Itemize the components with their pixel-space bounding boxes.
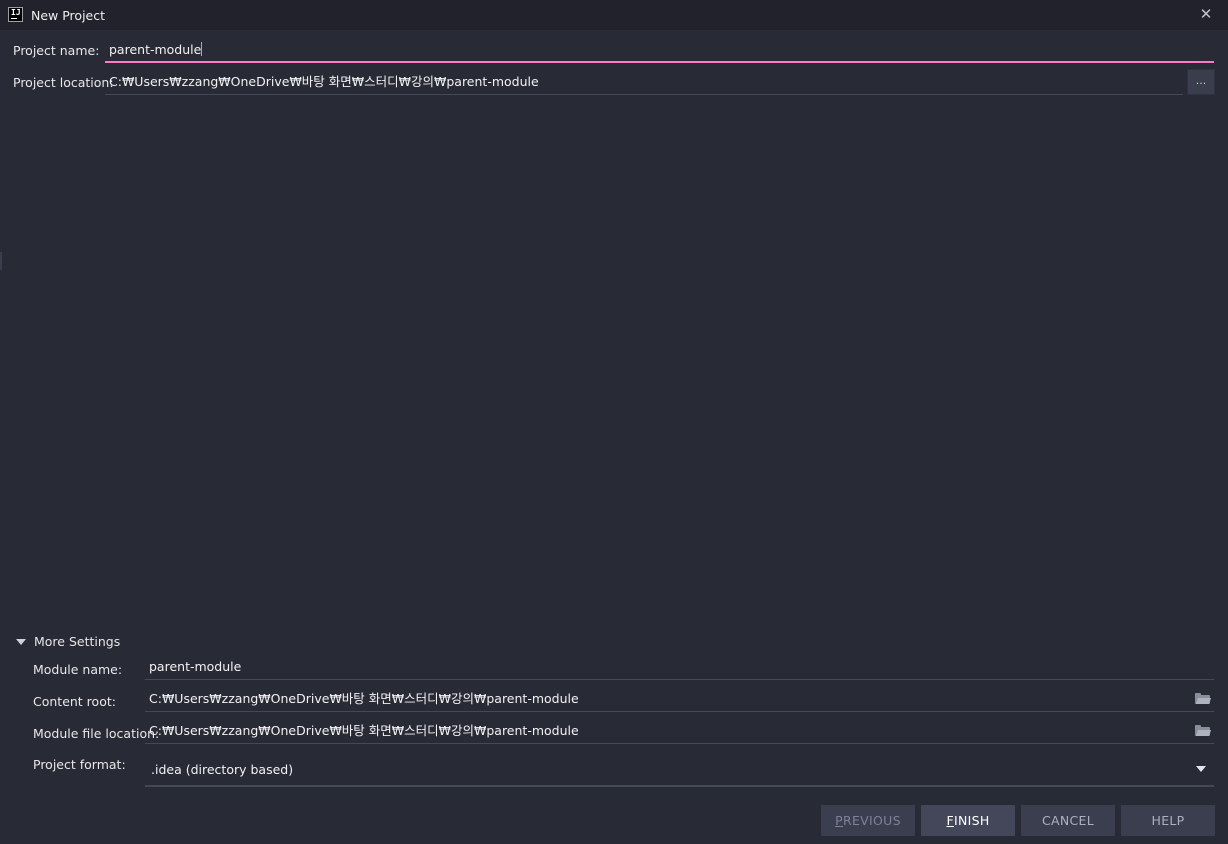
- module-file-location-value: C:₩Users₩zzang₩OneDrive₩바탕 화면₩스터디₩강의₩par…: [149, 723, 579, 738]
- more-settings-label: More Settings: [34, 634, 121, 649]
- browse-location-button[interactable]: ...: [1187, 69, 1215, 95]
- project-format-label: Project format:: [33, 757, 126, 772]
- new-project-dialog: IJ New Project ✕ Project name: parent-mo…: [0, 0, 1228, 844]
- close-icon[interactable]: ✕: [1198, 6, 1214, 22]
- finish-label: INISH: [953, 813, 990, 828]
- module-name-label: Module name:: [33, 662, 123, 677]
- content-root-label: Content root:: [33, 694, 116, 709]
- project-name-input[interactable]: parent-module: [105, 40, 1214, 63]
- more-settings-toggle[interactable]: More Settings: [16, 634, 120, 649]
- help-button[interactable]: HELP: [1121, 805, 1215, 836]
- cancel-button[interactable]: CANCEL: [1021, 805, 1115, 836]
- window-title: New Project: [31, 8, 106, 23]
- previous-label: REVIOUS: [843, 813, 901, 828]
- content-root-value: C:₩Users₩zzang₩OneDrive₩바탕 화면₩스터디₩강의₩par…: [149, 691, 579, 706]
- module-name-value: parent-module: [149, 659, 242, 674]
- intellij-app-icon: IJ: [8, 7, 23, 22]
- project-name-value: parent-module: [109, 42, 202, 57]
- collapse-triangle-icon: [16, 638, 26, 645]
- project-location-value: C:₩Users₩zzang₩OneDrive₩바탕 화면₩스터디₩강의₩par…: [109, 74, 539, 89]
- text-caret: [201, 42, 203, 56]
- finish-mnemonic: F: [946, 813, 954, 828]
- chevron-down-icon[interactable]: [1196, 766, 1206, 772]
- content-root-input[interactable]: C:₩Users₩zzang₩OneDrive₩바탕 화면₩스터디₩강의₩par…: [145, 689, 1214, 712]
- title-bar: IJ New Project ✕: [0, 0, 1228, 30]
- project-name-label: Project name:: [13, 43, 100, 58]
- previous-button[interactable]: PREVIOUS: [821, 805, 915, 836]
- module-name-input[interactable]: parent-module: [145, 657, 1214, 680]
- resize-handle: [0, 252, 2, 270]
- previous-mnemonic: P: [835, 813, 843, 828]
- module-file-location-label: Module file location:: [33, 726, 160, 741]
- project-location-input[interactable]: C:₩Users₩zzang₩OneDrive₩바탕 화면₩스터디₩강의₩par…: [105, 72, 1183, 95]
- project-format-select[interactable]: .idea (directory based): [145, 757, 1214, 787]
- module-file-location-input[interactable]: C:₩Users₩zzang₩OneDrive₩바탕 화면₩스터디₩강의₩par…: [145, 721, 1214, 744]
- project-format-value: .idea (directory based): [151, 762, 294, 777]
- module-file-folder-icon[interactable]: [1195, 725, 1210, 736]
- content-root-folder-icon[interactable]: [1195, 693, 1210, 704]
- finish-button[interactable]: FINISH: [921, 805, 1015, 836]
- project-location-label: Project location:: [13, 75, 114, 90]
